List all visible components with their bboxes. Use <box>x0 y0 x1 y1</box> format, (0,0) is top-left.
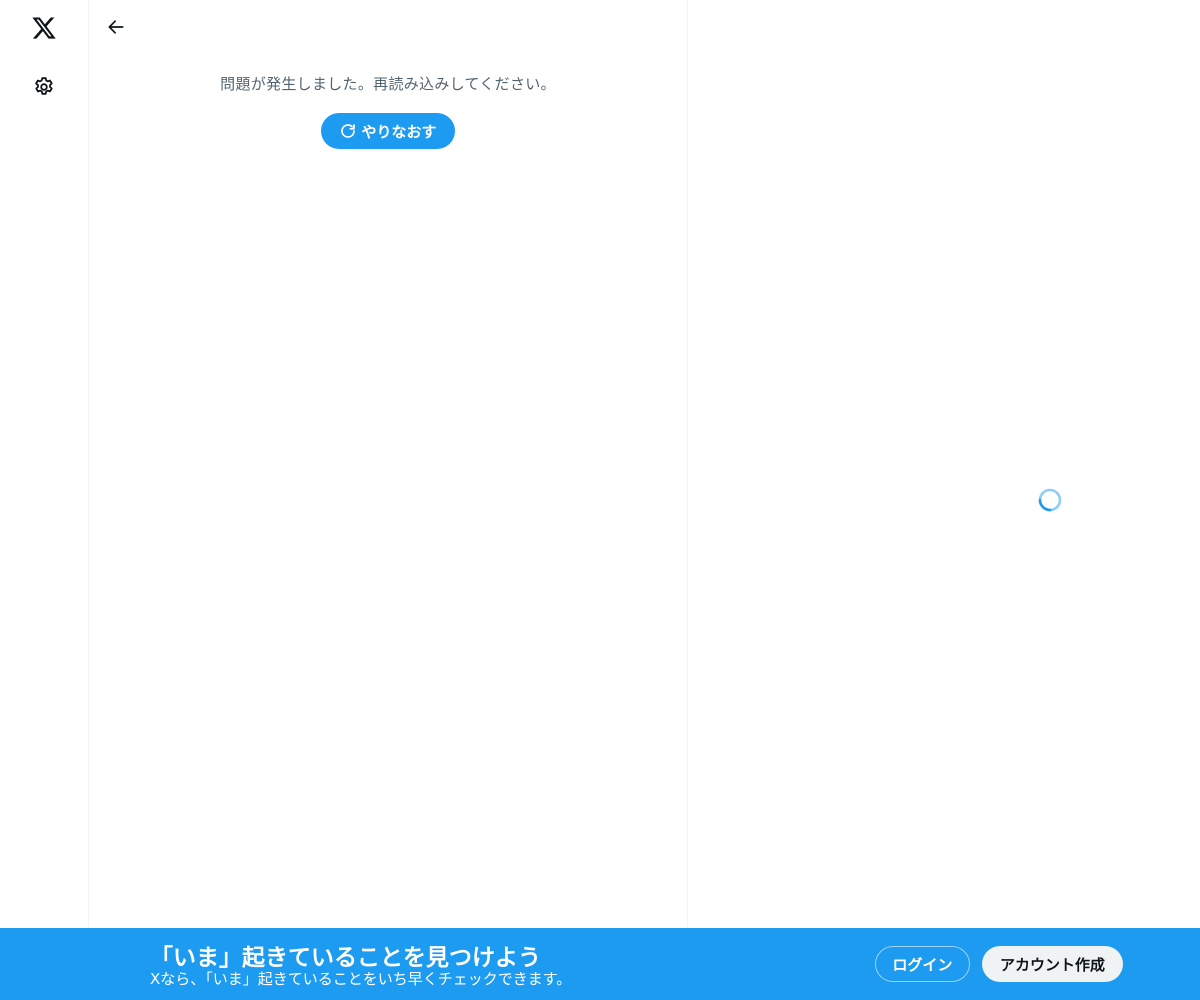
arrow-left-icon <box>108 20 124 34</box>
x-logo-link[interactable] <box>20 4 68 52</box>
back-button[interactable] <box>99 10 133 44</box>
sidebar-column <box>688 0 1200 928</box>
gear-icon <box>35 77 53 95</box>
primary-column: 問題が発生しました。再読み込みしてください。 やりなおす <box>89 0 688 928</box>
bar-title: 「いま」起きていることを見つけよう <box>150 945 541 971</box>
retry-label: やりなおす <box>361 122 437 141</box>
retry-button[interactable]: やりなおす <box>321 113 455 149</box>
error-message: 問題が発生しました。再読み込みしてください。 <box>220 75 556 93</box>
x-logo-icon <box>32 17 56 39</box>
bar-subtitle: Xなら、「いま」起きていることをいち早くチェックできます。 <box>150 970 572 988</box>
refresh-icon <box>341 124 356 138</box>
signup-prompt-bar: 「いま」起きていることを見つけよう Xなら、「いま」起きていることをいち早くチェ… <box>0 928 1200 1000</box>
loading-spinner-icon <box>1038 488 1062 512</box>
left-navigation <box>0 0 89 928</box>
settings-button[interactable] <box>20 63 68 111</box>
login-button[interactable]: ログイン <box>875 946 970 982</box>
create-account-button[interactable]: アカウント作成 <box>982 946 1123 982</box>
app-root: 問題が発生しました。再読み込みしてください。 やりなおす 「いま」起きていること… <box>0 0 1200 1000</box>
